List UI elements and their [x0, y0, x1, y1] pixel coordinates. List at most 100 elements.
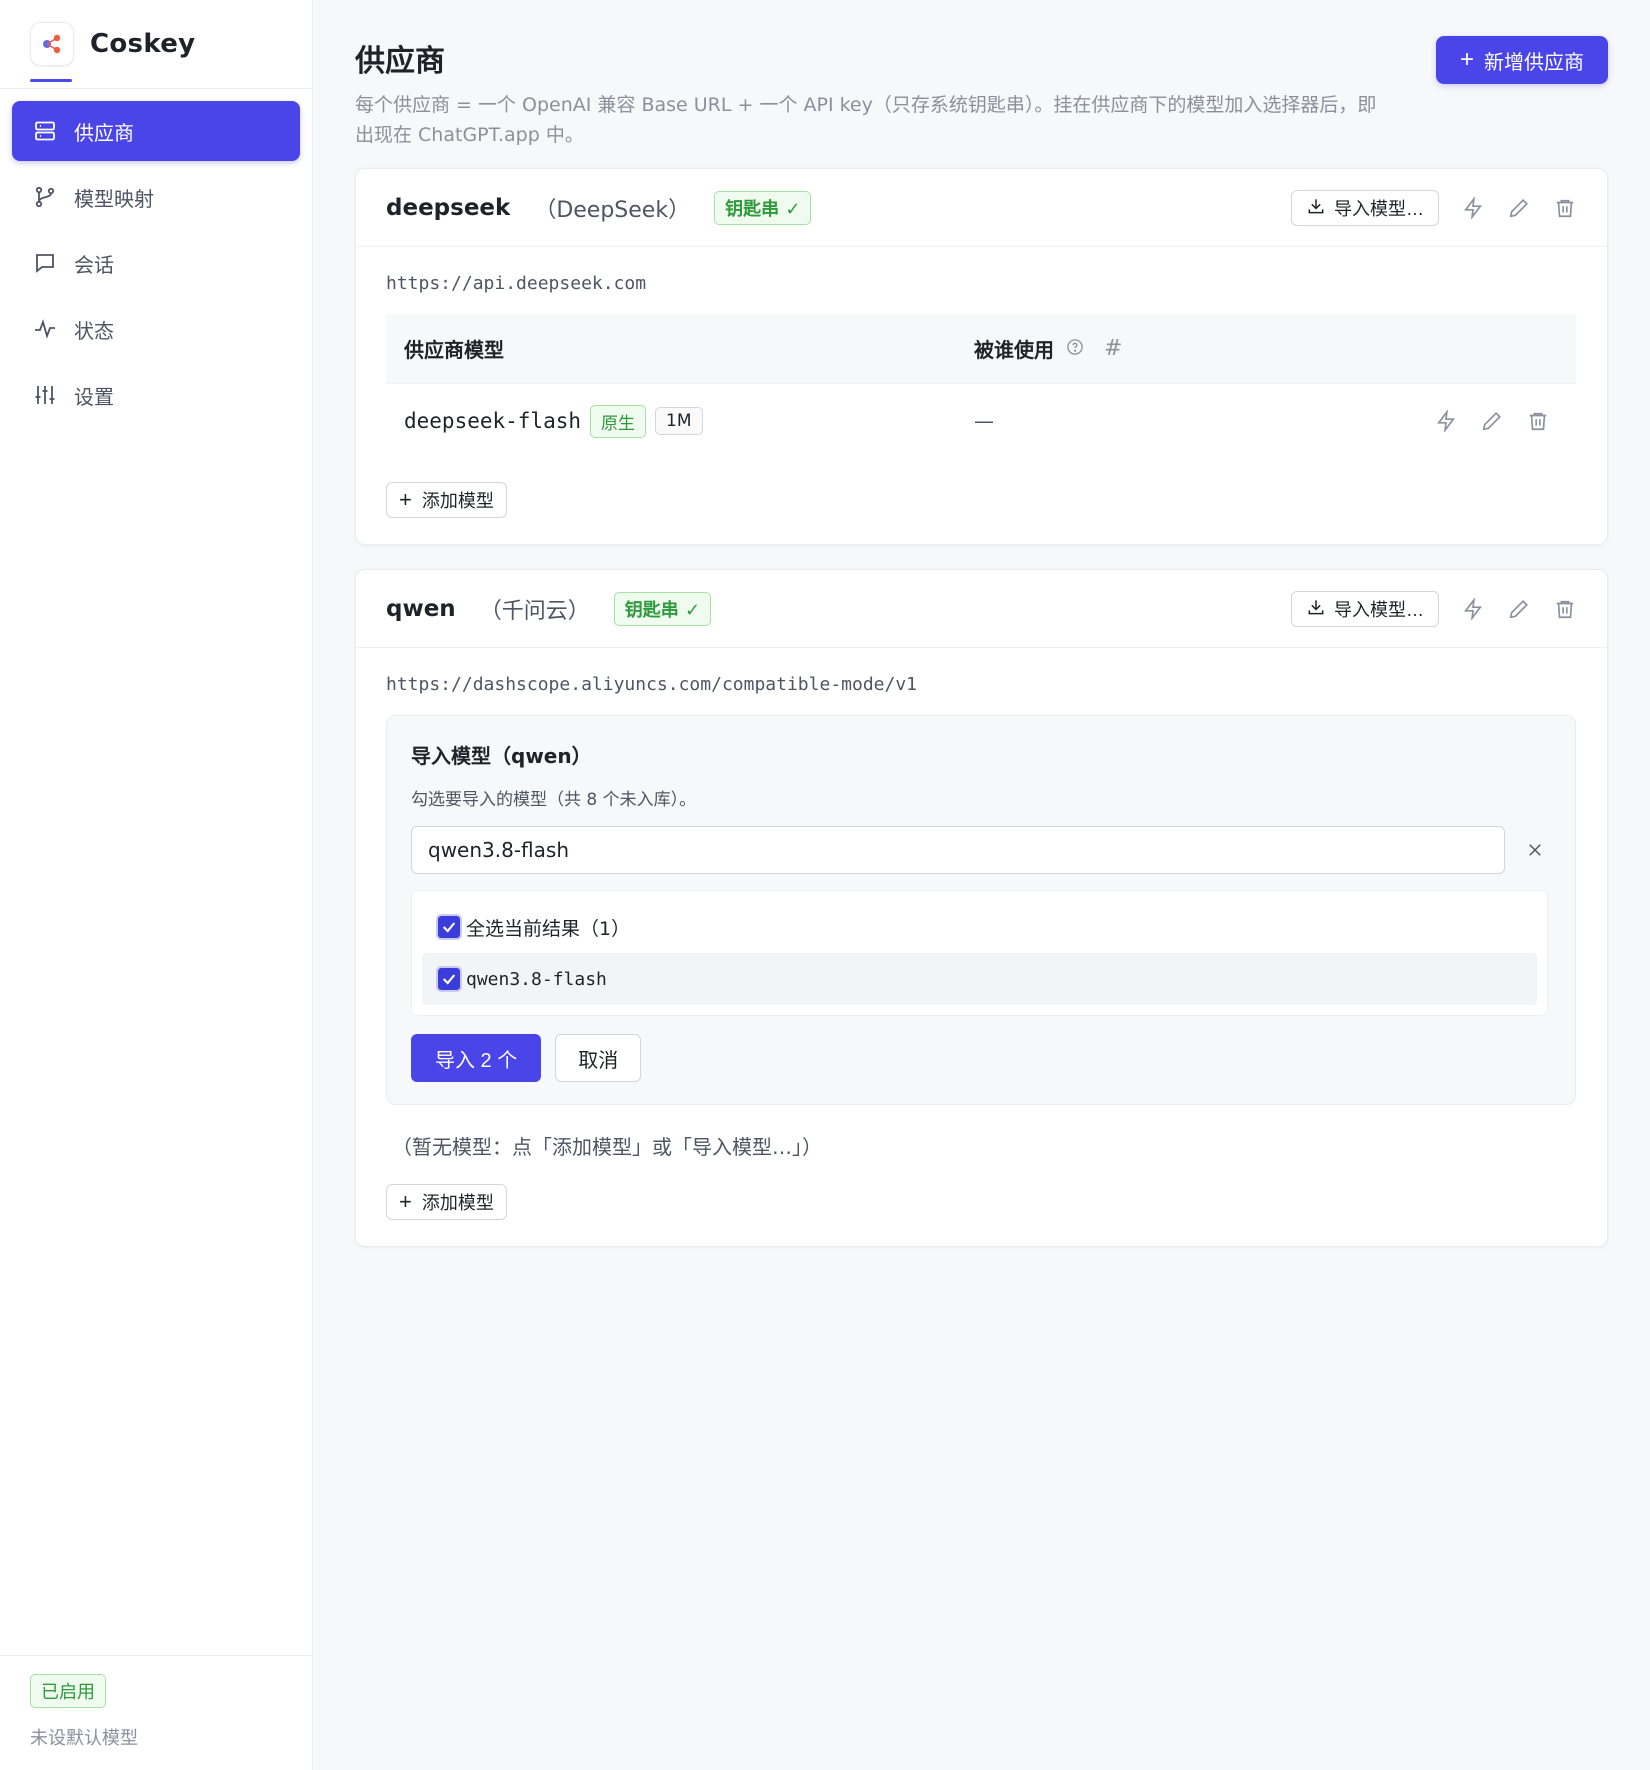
list-item[interactable]: qwen3.8-flash: [422, 953, 1537, 1005]
download-icon: [1306, 597, 1326, 622]
import-models-label: 导入模型…: [1334, 600, 1424, 620]
sidebar-item-sessions[interactable]: 会话: [12, 233, 300, 293]
import-models-label: 导入模型…: [1334, 199, 1424, 219]
select-all-checkbox[interactable]: [436, 914, 462, 940]
add-model-label: 添加模型: [421, 491, 494, 511]
provider-card-header: deepseek （DeepSeek） 钥匙串 ✓ 导入模型…: [356, 169, 1607, 247]
sliders-icon: [32, 382, 58, 408]
model-name: deepseek-flash: [404, 409, 582, 433]
column-header-model: 供应商模型: [404, 338, 504, 362]
import-panel-title: 导入模型（qwen）: [411, 744, 592, 768]
status-badge: 已启用: [30, 1674, 106, 1708]
sidebar-footer: 已启用 未设默认模型: [0, 1655, 313, 1770]
page-title: 供应商: [355, 44, 445, 79]
sidebar: Coskey 供应商 模型映射 会话 状态 设置 已启用 未设默认模型: [0, 0, 313, 1770]
provider-actions: 导入模型…: [1291, 570, 1577, 648]
import-confirm-button[interactable]: 导入 2 个: [411, 1034, 542, 1082]
sidebar-item-label: 会话: [74, 252, 114, 277]
keychain-badge: 钥匙串 ✓: [714, 190, 812, 225]
sidebar-item-label: 设置: [74, 384, 114, 409]
provider-alias: （DeepSeek）: [534, 197, 691, 223]
add-model-label: 添加模型: [421, 1193, 494, 1213]
edit-model-icon[interactable]: [1480, 409, 1504, 433]
help-circle-icon[interactable]: [1066, 337, 1084, 361]
git-branch-icon: [32, 184, 58, 210]
result-model-name: qwen3.8-flash: [466, 968, 607, 990]
sidebar-item-settings[interactable]: 设置: [12, 365, 300, 425]
server-icon: [32, 118, 58, 144]
model-table-header: 供应商模型 被谁使用 #: [386, 314, 1576, 384]
sidebar-item-providers[interactable]: 供应商: [12, 101, 300, 161]
used-by-value: —: [974, 409, 994, 433]
model-table: 供应商模型 被谁使用 # deepseek-flash 原生 1M —: [386, 314, 1576, 458]
chat-icon: [32, 250, 58, 276]
test-model-icon[interactable]: [1434, 409, 1458, 433]
row-actions: [1434, 384, 1550, 458]
plus-icon: +: [399, 1189, 412, 1214]
base-url: https://dashscope.aliyuncs.com/compatibl…: [386, 674, 918, 695]
provider-card-body: https://api.deepseek.com 供应商模型 被谁使用 # de…: [356, 247, 1607, 544]
column-header-used-by: 被谁使用 #: [974, 334, 1122, 363]
test-connection-icon[interactable]: [1461, 196, 1485, 220]
import-panel-subtitle: 勾选要导入的模型（共 8 个未入库）。: [411, 790, 697, 810]
model-search-input[interactable]: [411, 826, 1505, 874]
sidebar-item-status[interactable]: 状态: [12, 299, 300, 359]
table-row: deepseek-flash 原生 1M —: [386, 384, 1576, 458]
provider-actions: 导入模型…: [1291, 169, 1577, 247]
provider-card-qwen: qwen （千问云） 钥匙串 ✓ 导入模型… https://dashscope…: [355, 569, 1608, 1247]
import-models-panel: 导入模型（qwen） 勾选要导入的模型（共 8 个未入库）。 qwen3.8-f…: [386, 715, 1576, 1105]
import-results-list: 全选当前结果（1） qwen3.8-flash: [411, 890, 1548, 1016]
provider-name: qwen: [386, 595, 456, 622]
app-name: Coskey: [90, 29, 196, 59]
provider-card-header: qwen （千问云） 钥匙串 ✓ 导入模型…: [356, 570, 1607, 648]
close-icon[interactable]: [1521, 836, 1549, 864]
provider-card-deepseek: deepseek （DeepSeek） 钥匙串 ✓ 导入模型… https://…: [355, 168, 1608, 545]
plus-icon: +: [399, 487, 412, 512]
native-tag: 原生: [590, 404, 647, 438]
trash-icon[interactable]: [1553, 597, 1577, 621]
add-model-button[interactable]: + 添加模型: [386, 1184, 507, 1220]
brand: Coskey: [0, 0, 312, 89]
add-model-button[interactable]: + 添加模型: [386, 482, 507, 518]
import-search-row: [411, 826, 1551, 874]
model-checkbox[interactable]: [436, 966, 462, 992]
edit-icon[interactable]: [1507, 196, 1531, 220]
add-provider-button[interactable]: + 新增供应商: [1435, 36, 1608, 84]
provider-name: deepseek: [386, 194, 511, 221]
provider-card-body: https://dashscope.aliyuncs.com/compatibl…: [356, 648, 1607, 1246]
app-logo-icon: [30, 22, 74, 66]
select-all-row[interactable]: 全选当前结果（1）: [422, 901, 1537, 953]
plus-icon: +: [1459, 46, 1474, 73]
edit-icon[interactable]: [1507, 597, 1531, 621]
keychain-badge: 钥匙串 ✓: [613, 591, 712, 626]
download-icon: [1306, 196, 1326, 221]
model-cell: deepseek-flash 原生 1M: [404, 404, 974, 438]
sidebar-item-label: 状态: [74, 318, 114, 343]
import-models-button[interactable]: 导入模型…: [1291, 190, 1439, 226]
sidebar-item-model-mapping[interactable]: 模型映射: [12, 167, 300, 227]
column-header-used-by-label: 被谁使用: [974, 338, 1054, 362]
activity-icon: [32, 316, 58, 342]
context-tag: 1M: [655, 407, 703, 435]
default-model-text: 未设默认模型: [30, 1728, 138, 1749]
page-description: 每个供应商 = 一个 OpenAI 兼容 Base URL + 一个 API k…: [355, 94, 1377, 146]
sidebar-item-label: 供应商: [74, 120, 134, 145]
main-content: 供应商 每个供应商 = 一个 OpenAI 兼容 Base URL + 一个 A…: [313, 0, 1650, 1770]
import-models-button[interactable]: 导入模型…: [1291, 591, 1439, 627]
cancel-button[interactable]: 取消: [555, 1034, 642, 1082]
column-header-hash: #: [1104, 336, 1123, 361]
page-header: 供应商 每个供应商 = 一个 OpenAI 兼容 Base URL + 一个 A…: [355, 36, 1608, 168]
sidebar-item-label: 模型映射: [74, 186, 154, 211]
select-all-label: 全选当前结果（1）: [466, 917, 631, 940]
brand-underline: [30, 79, 72, 82]
app-root: Coskey 供应商 模型映射 会话 状态 设置 已启用 未设默认模型 供应商 …: [0, 0, 1650, 1770]
empty-models-hint: （暂无模型：点「添加模型」或「导入模型…」）: [392, 1135, 822, 1159]
sidebar-nav: 供应商 模型映射 会话 状态 设置: [0, 89, 312, 443]
test-connection-icon[interactable]: [1461, 597, 1485, 621]
base-url: https://api.deepseek.com: [386, 273, 647, 294]
trash-icon[interactable]: [1553, 196, 1577, 220]
provider-alias: （千问云）: [479, 598, 590, 624]
delete-model-icon[interactable]: [1526, 409, 1550, 433]
import-actions: 导入 2 个 取消: [411, 1034, 1551, 1082]
add-provider-label: 新增供应商: [1484, 51, 1584, 74]
